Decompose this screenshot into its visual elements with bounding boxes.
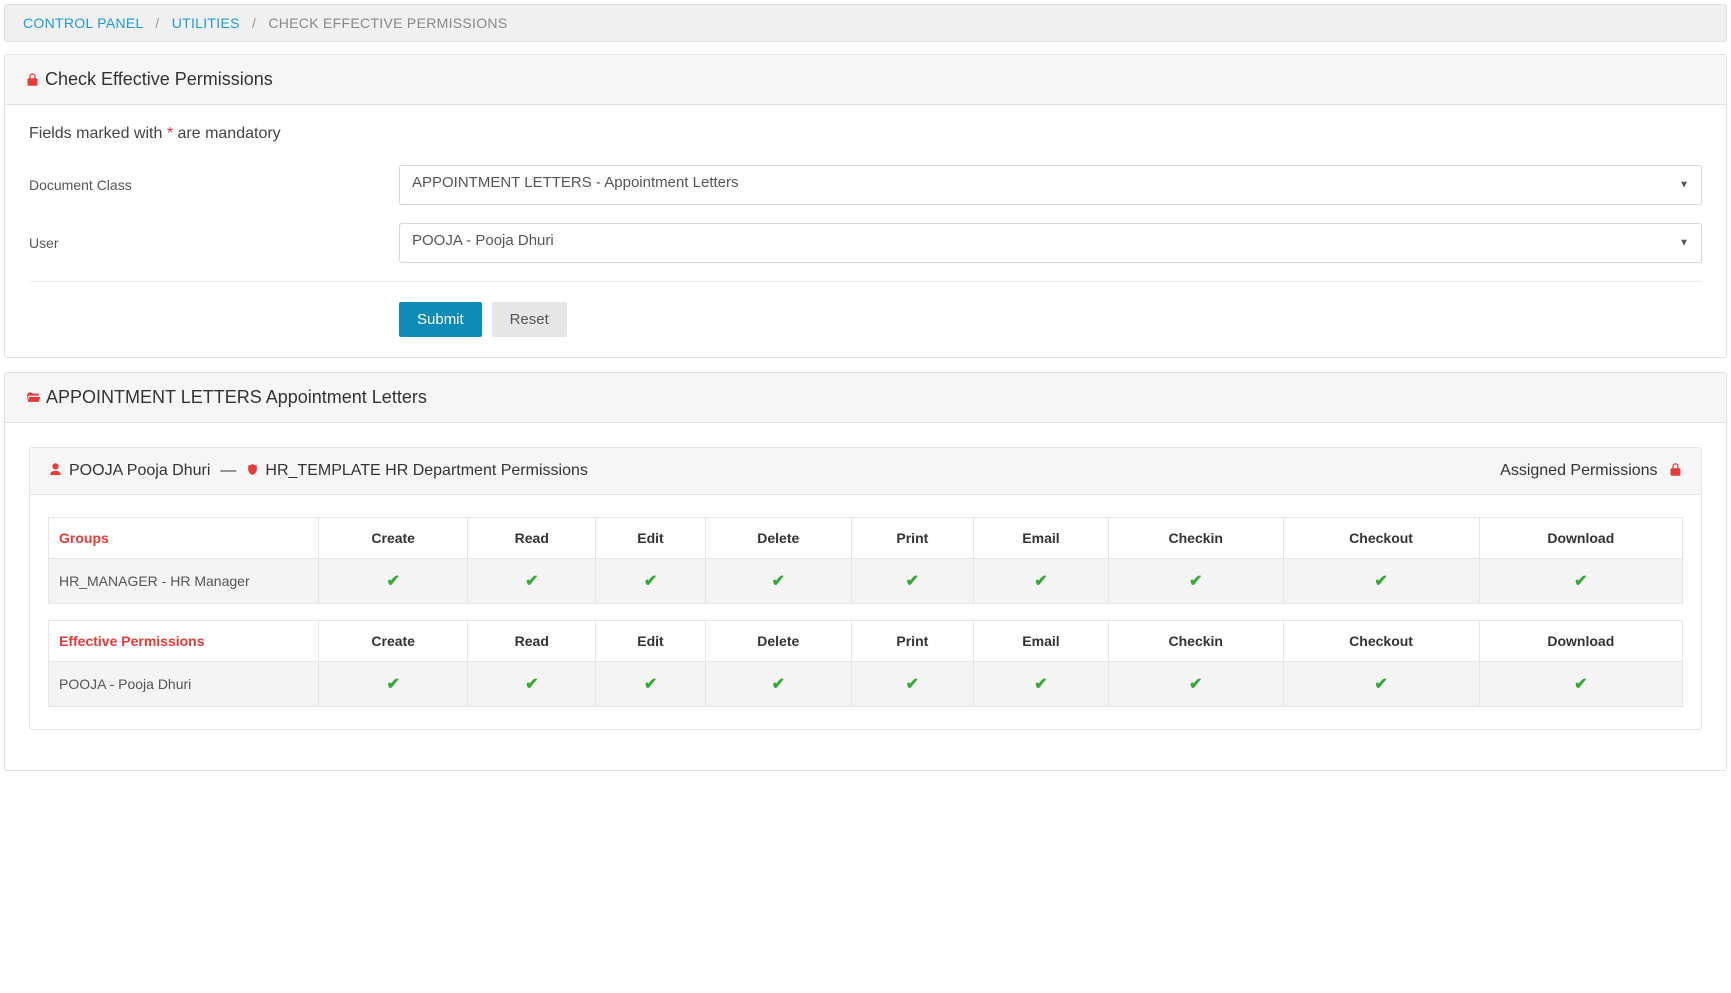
check-icon: ✔ [1034,676,1047,693]
table-header-email: Email [974,518,1109,559]
check-icon: ✔ [1574,573,1587,590]
check-icon: ✔ [386,573,399,590]
user-permissions-subpanel: POOJA Pooja Dhuri — HR_TEMPLATE HR Depar… [29,447,1702,730]
assigned-text: Assigned Permissions [1500,462,1657,479]
check-permissions-panel: Check Effective Permissions Fields marke… [4,54,1727,358]
panel-title-text: Check Effective Permissions [45,69,273,89]
check-icon: ✔ [906,676,919,693]
template-text: HR_TEMPLATE HR Department Permissions [265,462,587,480]
table-header-print: Print [851,621,973,662]
user-text: POOJA Pooja Dhuri [69,462,210,480]
check-icon: ✔ [644,676,657,693]
help-suffix: are mandatory [173,125,281,142]
table-header-edit: Edit [596,518,706,559]
document-class-value: APPOINTMENT LETTERS - Appointment Letter… [412,174,739,191]
chevron-down-icon: ▼ [1679,238,1689,249]
table-header-effective: Effective Permissions [49,621,319,662]
table-header-delete: Delete [705,621,851,662]
lock-icon [25,69,45,89]
document-class-label: Document Class [29,177,399,193]
check-icon: ✔ [1574,676,1587,693]
breadcrumb-utilities[interactable]: UTILITIES [172,15,240,31]
reset-button[interactable]: Reset [492,302,567,337]
check-icon: ✔ [772,573,785,590]
results-panel-title: APPOINTMENT LETTERS Appointment Letters [5,373,1726,423]
check-icon: ✔ [525,676,538,693]
check-icon: ✔ [644,573,657,590]
table-header-edit: Edit [596,621,706,662]
table-header-groups: Groups [49,518,319,559]
groups-table: Groups Create Read Edit Delete Print Ema… [48,517,1683,604]
dash-separator: — [220,462,236,480]
results-panel: APPOINTMENT LETTERS Appointment Letters … [4,372,1727,771]
breadcrumb-separator: / [252,15,256,31]
mandatory-help-text: Fields marked with * are mandatory [29,125,1702,143]
shield-icon [246,462,259,480]
user-select[interactable]: POOJA - Pooja Dhuri ▼ [399,223,1702,263]
check-icon: ✔ [906,573,919,590]
table-header-create: Create [319,621,468,662]
breadcrumb-current: CHECK EFFECTIVE PERMISSIONS [268,15,507,31]
table-row: POOJA - Pooja Dhuri ✔ ✔ ✔ ✔ ✔ ✔ ✔ ✔ ✔ [49,662,1683,707]
table-row: HR_MANAGER - HR Manager ✔ ✔ ✔ ✔ ✔ ✔ ✔ ✔ … [49,559,1683,604]
user-value: POOJA - Pooja Dhuri [412,232,554,249]
effective-permissions-table: Effective Permissions Create Read Edit D… [48,620,1683,707]
check-icon: ✔ [386,676,399,693]
effective-name-cell: POOJA - Pooja Dhuri [49,662,319,707]
lock-icon [1668,462,1683,479]
folder-open-icon [25,387,46,407]
table-header-create: Create [319,518,468,559]
breadcrumb-separator: / [155,15,159,31]
help-prefix: Fields marked with [29,125,167,142]
table-header-checkout: Checkout [1283,621,1479,662]
table-header-checkin: Checkin [1108,518,1283,559]
assigned-permissions-label: Assigned Permissions [1500,462,1683,480]
check-icon: ✔ [1374,676,1387,693]
table-header-read: Read [468,621,596,662]
table-header-download: Download [1479,518,1682,559]
user-label: User [29,235,399,251]
form-divider [29,281,1702,282]
document-class-select[interactable]: APPOINTMENT LETTERS - Appointment Letter… [399,165,1702,205]
check-icon: ✔ [525,573,538,590]
table-header-checkin: Checkin [1108,621,1283,662]
user-icon [48,462,63,480]
chevron-down-icon: ▼ [1679,180,1689,191]
check-icon: ✔ [772,676,785,693]
table-header-checkout: Checkout [1283,518,1479,559]
breadcrumb-control-panel[interactable]: CONTROL PANEL [23,15,143,31]
table-header-print: Print [851,518,973,559]
check-icon: ✔ [1034,573,1047,590]
table-header-email: Email [974,621,1109,662]
submit-button[interactable]: Submit [399,302,482,337]
results-title-text: APPOINTMENT LETTERS Appointment Letters [46,387,427,407]
check-icon: ✔ [1189,676,1202,693]
check-icon: ✔ [1374,573,1387,590]
group-name-cell: HR_MANAGER - HR Manager [49,559,319,604]
table-header-download: Download [1479,621,1682,662]
check-icon: ✔ [1189,573,1202,590]
table-header-delete: Delete [705,518,851,559]
table-header-read: Read [468,518,596,559]
breadcrumb: CONTROL PANEL / UTILITIES / CHECK EFFECT… [4,4,1727,42]
panel-title: Check Effective Permissions [5,55,1726,105]
